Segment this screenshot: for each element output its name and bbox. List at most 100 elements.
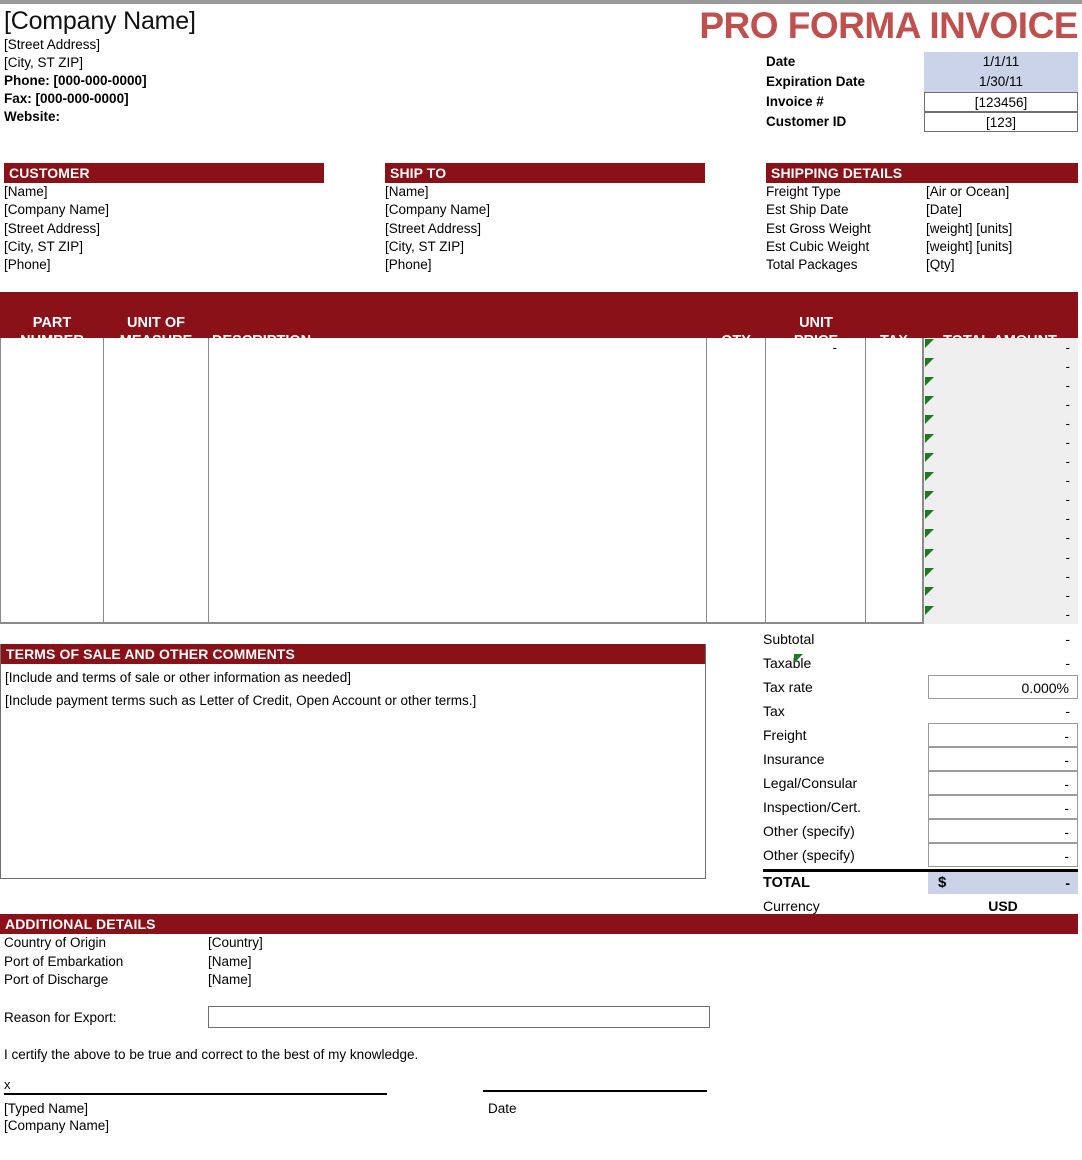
formula-marker-icon: [925, 339, 934, 348]
ship-to-name: [Name]: [385, 184, 429, 199]
shipping-details-header: SHIPPING DETAILS: [766, 163, 1078, 183]
customer-company: [Company Name]: [4, 202, 110, 218]
shipping-row-est-gross-weight: Est Gross Weight [weight] [units]: [766, 220, 1078, 238]
formula-marker-icon: [925, 434, 934, 444]
company-phone: Phone: [000-000-0000]: [4, 73, 147, 88]
column-divider-unit-price: [865, 338, 866, 622]
additional-row-country-of-origin: Country of Origin [Country]: [0, 934, 1078, 953]
unit-price-first-row-value[interactable]: -: [765, 338, 865, 357]
total-amount-cell[interactable]: -: [924, 357, 1078, 376]
total-amount-cell[interactable]: -: [924, 586, 1078, 605]
line-items-table: PART NUMBER UNIT OF MEASURE DESCRIPTION …: [0, 292, 1078, 624]
reason-for-export-input[interactable]: [208, 1006, 710, 1028]
total-amount-cell[interactable]: -: [924, 490, 1078, 509]
meta-row-date: Date 1/1/11: [766, 52, 1078, 72]
shipping-value-est-ship-date: [Date]: [926, 202, 963, 218]
signature-typed-name: [Typed Name]: [4, 1101, 89, 1116]
ship-to-company: [Company Name]: [385, 202, 491, 218]
page-title: PRO FORMA INVOICE: [699, 5, 1078, 46]
meta-value-invoice-number[interactable]: [123456]: [924, 92, 1078, 112]
totals-value-other-1[interactable]: -: [928, 819, 1078, 843]
terms-line-2[interactable]: [Include payment terms such as Letter of…: [1, 687, 705, 710]
totals-value-tax-rate[interactable]: 0.000%: [928, 675, 1078, 699]
ship-to-header: SHIP TO: [385, 163, 705, 183]
line-items-body[interactable]: - ---------------: [0, 338, 1078, 624]
company-website: Website:: [4, 109, 61, 124]
total-amount-cell[interactable]: -: [924, 395, 1078, 414]
shipping-row-freight-type: Freight Type [Air or Ocean]: [766, 183, 1078, 201]
totals-row-taxable: Taxable -: [763, 651, 1078, 675]
meta-value-date[interactable]: 1/1/11: [924, 52, 1078, 72]
terms-of-sale-block: TERMS OF SALE AND OTHER COMMENTS [Includ…: [0, 644, 706, 879]
company-fax: Fax: [000-000-0000]: [4, 91, 129, 106]
total-amount-cell[interactable]: -: [924, 452, 1078, 471]
total-amount-cell[interactable]: -: [924, 567, 1078, 586]
address-row: CUSTOMER [Name] [Company Name] [Street A…: [0, 163, 1082, 283]
company-name: [Company Name]: [4, 7, 196, 35]
signature-line[interactable]: [4, 1093, 387, 1095]
totals-row-freight: Freight -: [763, 723, 1078, 747]
meta-label-invoice-number: Invoice #: [766, 94, 824, 109]
total-amount-column[interactable]: ---------------: [922, 338, 1078, 624]
company-info-block: [Company Name] [Street Address] [City, S…: [4, 6, 544, 126]
totals-label-subtotal: Subtotal: [763, 631, 815, 647]
customer-name: [Name]: [4, 184, 48, 199]
shipping-label-freight-type: Freight Type: [766, 184, 841, 199]
customer-street: [Street Address]: [4, 220, 101, 236]
totals-value-freight[interactable]: -: [928, 723, 1078, 747]
totals-label-taxable: Taxable: [763, 655, 812, 671]
line-items-header: PART NUMBER UNIT OF MEASURE DESCRIPTION …: [0, 292, 1078, 349]
totals-value-inspection-cert[interactable]: -: [928, 795, 1078, 819]
totals-label-tax-rate: Tax rate: [763, 679, 813, 695]
formula-marker-icon: [925, 586, 934, 596]
additional-label-port-of-discharge: Port of Discharge: [4, 972, 109, 987]
reason-for-export-label: Reason for Export:: [4, 1009, 117, 1025]
formula-marker-icon: [925, 605, 934, 615]
totals-value-grand-total: $ -: [928, 872, 1078, 894]
column-divider-description: [706, 338, 707, 622]
total-amount-cell[interactable]: -: [924, 548, 1078, 567]
shipping-label-est-ship-date: Est Ship Date: [766, 202, 849, 218]
totals-value-legal-consular[interactable]: -: [928, 771, 1078, 795]
totals-label-legal-consular: Legal/Consular: [763, 775, 858, 791]
additional-details-block: ADDITIONAL DETAILS Country of Origin [Co…: [0, 914, 1078, 990]
additional-value-port-of-discharge[interactable]: [Name]: [208, 971, 252, 990]
totals-value-insurance[interactable]: -: [928, 747, 1078, 771]
total-amount-cell[interactable]: -: [924, 471, 1078, 490]
total-amount-cell[interactable]: -: [924, 509, 1078, 528]
totals-value-other-2[interactable]: -: [928, 843, 1078, 867]
totals-value-taxable: -: [794, 651, 1078, 675]
total-amount-cell[interactable]: -: [924, 338, 1078, 357]
column-header-part-number-l1: PART: [32, 315, 72, 331]
customer-block: CUSTOMER [Name] [Company Name] [Street A…: [4, 163, 324, 274]
formula-marker-icon: [925, 453, 934, 463]
signature-company-name: [Company Name]: [4, 1118, 110, 1133]
total-amount-cell[interactable]: -: [924, 528, 1078, 547]
additional-details-header: ADDITIONAL DETAILS: [0, 914, 1078, 934]
shipping-label-total-packages: Total Packages: [766, 257, 858, 273]
additional-value-port-of-embarkation[interactable]: [Name]: [208, 953, 252, 972]
certification-statement: I certify the above to be true and corre…: [4, 1047, 419, 1062]
signature-date-label: Date: [488, 1101, 517, 1116]
meta-value-customer-id[interactable]: [123]: [924, 112, 1078, 132]
formula-marker-icon: [925, 472, 934, 482]
shipping-row-est-ship-date: Est Ship Date [Date]: [766, 201, 1078, 219]
meta-value-expiration-date[interactable]: 1/30/11: [924, 72, 1078, 92]
shipping-value-est-gross-weight: [weight] [units]: [926, 220, 1013, 236]
signature-x-mark: x: [4, 1077, 11, 1092]
date-line[interactable]: [483, 1090, 707, 1092]
additional-label-country-of-origin: Country of Origin: [4, 935, 107, 950]
column-divider-part-number: [103, 338, 104, 622]
total-amount-cell[interactable]: -: [924, 376, 1078, 395]
formula-marker-icon: [925, 358, 934, 368]
totals-row-inspection-cert: Inspection/Cert. -: [763, 795, 1078, 819]
terms-line-1[interactable]: [Include and terms of sale or other info…: [1, 664, 705, 687]
total-amount-cell[interactable]: -: [924, 605, 1078, 624]
total-amount-cell[interactable]: -: [924, 433, 1078, 452]
formula-marker-icon: [925, 548, 934, 558]
formula-marker-icon: [925, 491, 934, 501]
column-divider-left: [0, 338, 1, 622]
meta-row-invoice-number: Invoice # [123456]: [766, 92, 1078, 112]
total-amount-cell[interactable]: -: [924, 414, 1078, 433]
additional-value-country-of-origin[interactable]: [Country]: [208, 934, 263, 953]
